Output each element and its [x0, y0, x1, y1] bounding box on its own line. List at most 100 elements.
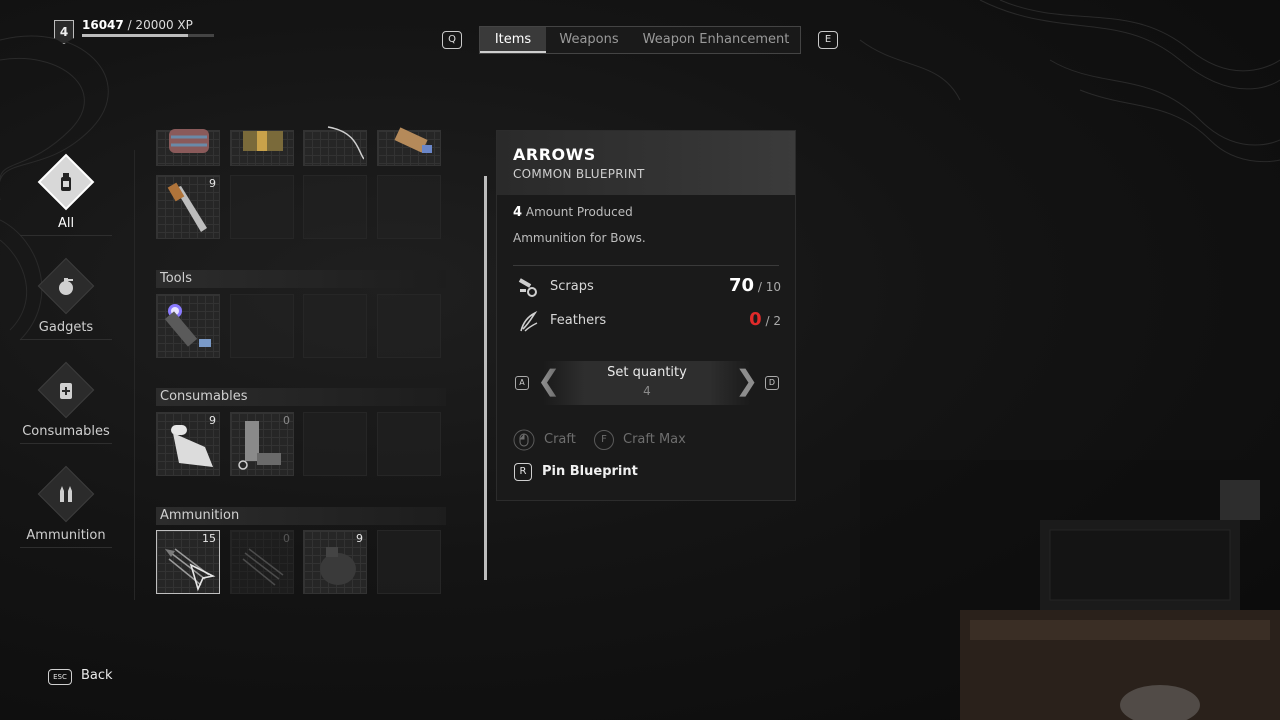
inventory-slot-empty — [303, 294, 367, 358]
inventory-slot-empty — [377, 530, 441, 594]
inventory-slot[interactable]: 0 — [230, 412, 294, 476]
category-all[interactable]: All — [20, 153, 112, 236]
category-divider — [20, 235, 112, 236]
inventory-slot[interactable]: 9 — [156, 175, 220, 239]
feathers-icon — [520, 311, 538, 332]
item-count: 9 — [209, 177, 216, 190]
increase-key[interactable]: D — [765, 376, 779, 390]
resource-row-scraps: Scraps 70 / 10 — [513, 275, 781, 301]
inventory-slot[interactable]: 9 — [303, 530, 367, 594]
tab-next-key[interactable]: E — [818, 31, 838, 49]
category-divider — [20, 339, 112, 340]
section-ammunition-header: Ammunition — [156, 507, 446, 525]
amount-label: Amount Produced — [525, 205, 633, 219]
item-count: 0 — [283, 414, 290, 427]
inventory-slot[interactable]: 9 — [156, 412, 220, 476]
inventory-slot-empty — [303, 412, 367, 476]
xp-progress-bar — [82, 34, 214, 37]
esc-key[interactable]: ESC — [48, 669, 72, 685]
inventory-slot[interactable]: 0 — [230, 530, 294, 594]
amount-produced: 4 Amount Produced — [513, 205, 633, 220]
category-all-diamond — [37, 153, 95, 211]
inventory-slot[interactable] — [156, 294, 220, 358]
item-count: 15 — [202, 532, 216, 545]
medkit-icon — [60, 383, 72, 399]
scraps-icon — [518, 278, 537, 297]
inventory-slot-empty — [377, 412, 441, 476]
tab-weapon-enhancement[interactable]: Weapon Enhancement — [632, 27, 800, 53]
xp-text: 16047 / 20000 XP — [82, 18, 193, 32]
resource-have: 0 — [749, 309, 762, 330]
inventory-slot-empty — [230, 175, 294, 239]
tab-items[interactable]: Items — [480, 27, 546, 53]
category-ammunition-label: Ammunition — [26, 528, 106, 543]
category-divider — [20, 547, 112, 548]
category-ammunition[interactable]: Ammunition — [20, 465, 112, 548]
resource-amount: 0 / 2 — [749, 309, 781, 330]
mouse-click-icon — [513, 429, 535, 451]
craft-max-button[interactable]: Craft Max — [623, 432, 686, 447]
grenade-icon — [59, 278, 73, 295]
blueprint-header: ARROWS COMMON BLUEPRINT — [497, 131, 795, 195]
increase-arrow-icon[interactable]: ❯ — [735, 367, 758, 395]
level-badge: 4 — [54, 20, 74, 44]
craft-max-key[interactable]: F — [594, 430, 614, 450]
craft-button[interactable]: Craft — [544, 432, 576, 447]
xp-progress-fill — [82, 34, 188, 37]
item-count: 9 — [209, 414, 216, 427]
category-ammunition-diamond — [37, 465, 95, 523]
background-room-scene — [860, 460, 1280, 720]
category-divider-vertical — [134, 150, 135, 600]
category-gadgets[interactable]: Gadgets — [20, 257, 112, 340]
blueprint-detail-panel: ARROWS COMMON BLUEPRINT 4 Amount Produce… — [496, 130, 796, 501]
mouse-cursor-icon — [189, 563, 216, 592]
category-gadgets-diamond — [37, 257, 95, 315]
tab-weapons[interactable]: Weapons — [546, 27, 632, 53]
pin-blueprint-key[interactable]: R — [514, 463, 532, 481]
inventory-slot-empty — [303, 175, 367, 239]
xp-current: 16047 — [82, 18, 124, 32]
category-consumables-label: Consumables — [22, 424, 110, 439]
inventory-slot-empty — [230, 294, 294, 358]
torch-wrap-icon — [394, 127, 432, 153]
resource-amount: 70 / 10 — [729, 275, 781, 296]
cloth-bundle-icon — [169, 129, 209, 153]
resource-have: 70 — [728, 275, 755, 296]
section-tools-header: Tools — [156, 270, 446, 288]
category-gadgets-label: Gadgets — [38, 320, 94, 335]
pin-blueprint-button[interactable]: Pin Blueprint — [542, 464, 638, 479]
blueprint-description: Ammunition for Bows. — [513, 231, 646, 245]
resource-name: Scraps — [550, 279, 594, 294]
item-count: 0 — [283, 532, 290, 545]
resource-row-feathers: Feathers 0 / 2 — [513, 309, 781, 335]
section-consumables-header: Consumables — [156, 388, 446, 406]
wire-icon — [327, 126, 364, 160]
inventory-scrollbar[interactable] — [484, 176, 487, 580]
resource-name: Feathers — [550, 313, 607, 328]
category-all-label: All — [57, 216, 75, 231]
resource-need: / 2 — [765, 314, 782, 328]
bullets-icon — [60, 486, 72, 502]
item-count: 9 — [356, 532, 363, 545]
tab-bar: Items Weapons Weapon Enhancement — [479, 26, 801, 54]
flashlight-icon — [164, 304, 211, 347]
resource-need: / 10 — [757, 280, 781, 294]
panel-separator — [513, 265, 779, 266]
back-button[interactable]: Back — [81, 668, 113, 683]
category-consumables[interactable]: Consumables — [20, 361, 112, 444]
category-divider — [20, 443, 112, 444]
wrapped-package-icon — [243, 131, 283, 151]
xp-total: / 20000 XP — [127, 18, 193, 32]
inventory-slot[interactable] — [303, 126, 367, 166]
quantity-stepper[interactable]: A ❮ Set quantity 4 ❯ D — [513, 359, 781, 409]
inventory-slot[interactable] — [377, 127, 441, 166]
inventory-slot-empty — [377, 175, 441, 239]
inventory-slot[interactable] — [230, 130, 294, 166]
amount-value: 4 — [513, 205, 523, 220]
blueprint-title: ARROWS — [513, 145, 596, 164]
inventory-slot-empty — [377, 294, 441, 358]
blueprint-rarity: COMMON BLUEPRINT — [513, 167, 645, 181]
inventory-slot[interactable] — [156, 129, 220, 166]
tab-prev-key[interactable]: Q — [442, 31, 462, 49]
bottle-icon — [61, 173, 71, 191]
